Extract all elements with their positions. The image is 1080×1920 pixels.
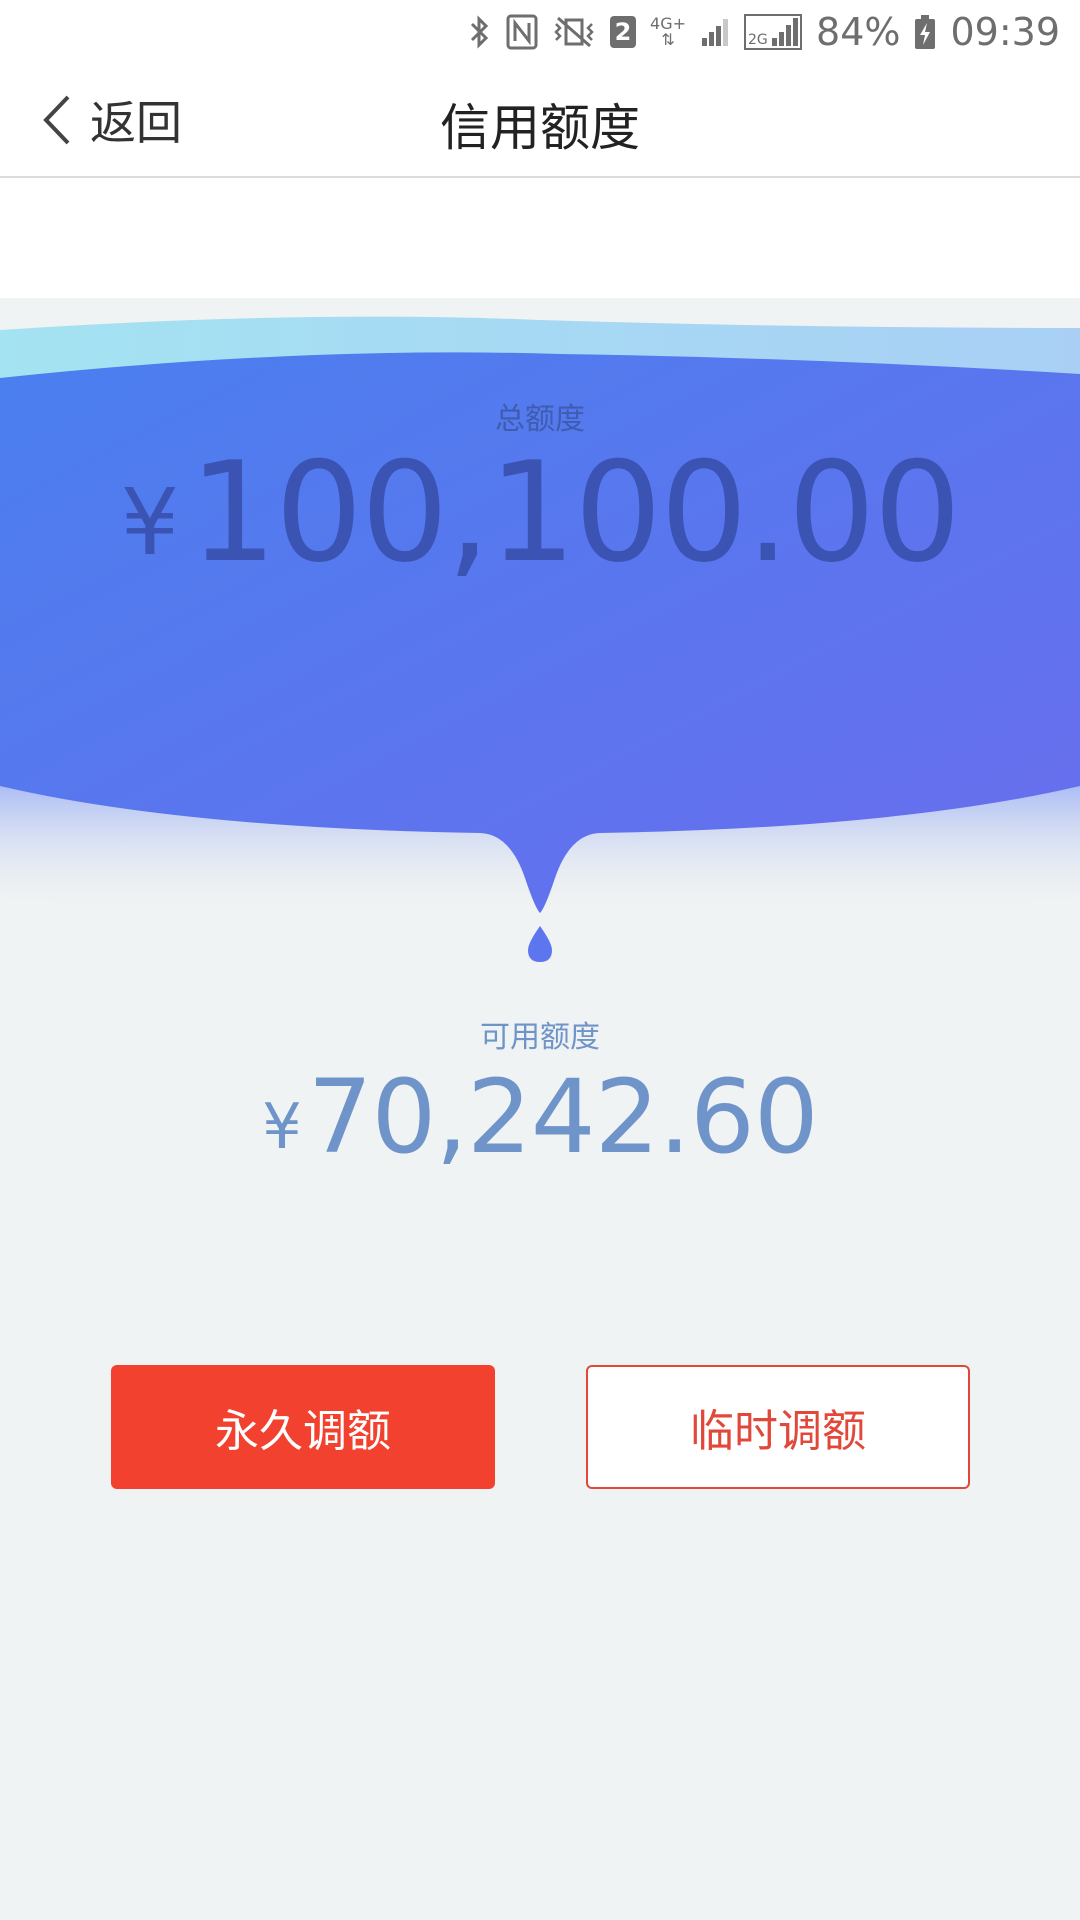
status-icons: 2 4G+ ⇅ 2G 84% 09:39	[468, 8, 1060, 56]
signal-2g-icon: 2G	[744, 14, 803, 50]
vibrate-icon	[552, 14, 596, 50]
nav-bar: 返回 信用额度	[0, 64, 1080, 178]
battery-icon	[914, 14, 936, 50]
battery-percent: 84%	[816, 10, 901, 54]
permanent-adjust-button[interactable]: 永久调额	[111, 1365, 495, 1489]
total-limit-value: 100,100.00	[189, 432, 961, 593]
data-arrows-icon: ⇅	[661, 30, 675, 49]
nfc-icon	[506, 14, 538, 50]
available-limit-label: 可用额度	[480, 1020, 600, 1055]
sim-icon: 2	[610, 16, 637, 48]
clock: 09:39	[950, 10, 1060, 54]
network-4g-indicator: 4G+ ⇅	[650, 16, 686, 48]
page-title: 信用额度	[440, 99, 640, 157]
temporary-adjust-button[interactable]: 临时调额	[586, 1365, 970, 1489]
available-currency-symbol: ¥	[262, 1090, 302, 1163]
signal-icon	[700, 16, 730, 48]
total-limit-amount: ¥100,100.00	[0, 432, 1080, 593]
status-bar: 2 4G+ ⇅ 2G 84% 09:39	[0, 0, 1080, 64]
available-limit-amount: ¥70,242.60	[0, 1058, 1080, 1177]
svg-text:2G: 2G	[748, 32, 768, 48]
total-currency-symbol: ¥	[120, 469, 180, 576]
bluetooth-icon	[468, 14, 492, 50]
available-limit-value: 70,242.60	[307, 1058, 819, 1177]
credit-limit-screen: 2 4G+ ⇅ 2G 84% 09:39 返回 信用额度 总额度 ¥100,10…	[0, 0, 1080, 1920]
